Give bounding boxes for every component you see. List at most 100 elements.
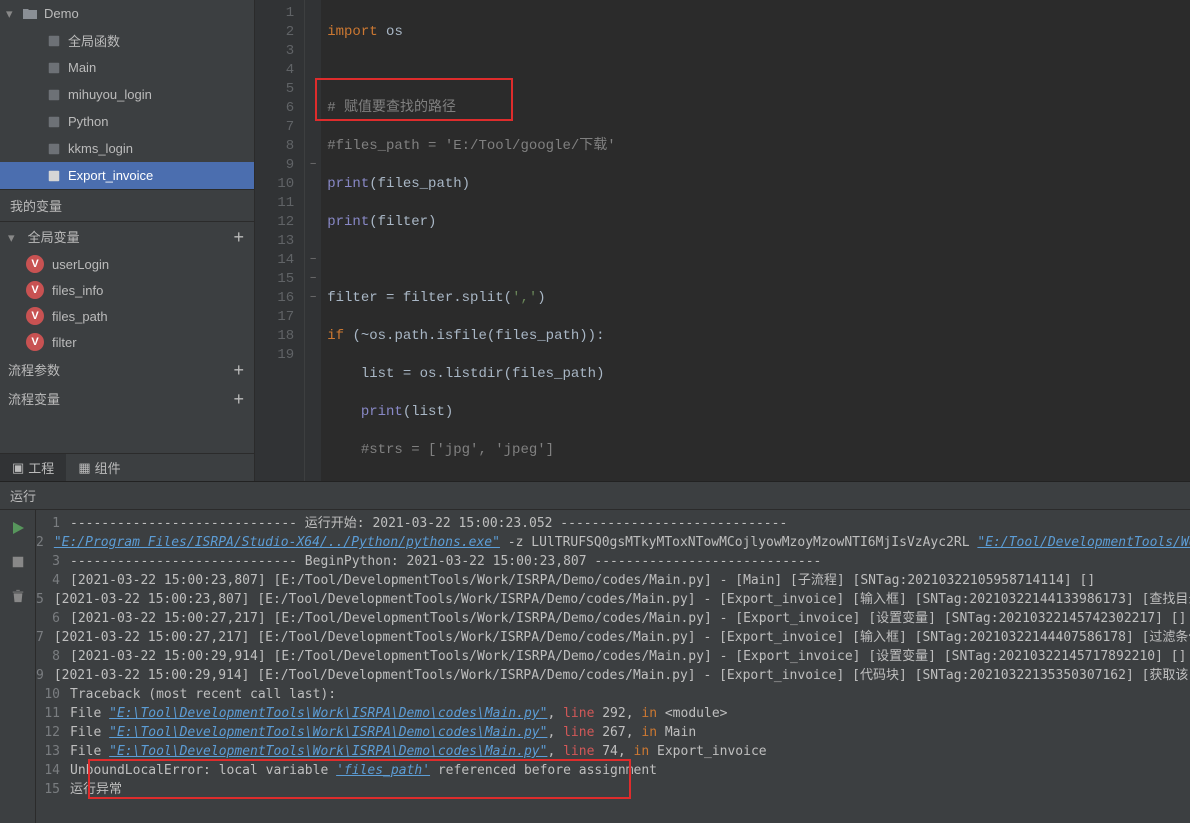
code-token: (filter): [369, 214, 436, 230]
console-line-number: 1: [36, 514, 70, 533]
tree-item-mihuyou[interactable]: mihuyou_login: [0, 81, 254, 108]
tree-item-label: mihuyou_login: [68, 87, 152, 102]
var-item-filespath[interactable]: V files_path: [0, 303, 254, 329]
component-icon: ▦: [78, 460, 90, 476]
console-row: 8[2021-03-22 15:00:29,914] [E:/Tool/Deve…: [36, 647, 1190, 666]
code-token: import: [327, 24, 377, 40]
var-item-userlogin[interactable]: V userLogin: [0, 251, 254, 277]
run-panel: 运行 1----------------------------- 运行开始: …: [0, 481, 1190, 823]
console-line-number: 2: [36, 533, 54, 552]
console-row: 12 File "E:\Tool\DevelopmentTools\Work\I…: [36, 723, 1190, 742]
console-text: UnboundLocalError: local variable 'files…: [70, 761, 1190, 780]
console-row: 10Traceback (most recent call last):: [36, 685, 1190, 704]
tab-component[interactable]: ▦ 组件: [66, 454, 132, 481]
console-row: 1----------------------------- 运行开始: 202…: [36, 514, 1190, 533]
tab-label: 组件: [95, 458, 121, 477]
tree-root-label: Demo: [44, 6, 79, 21]
code-token: filter = filter.split(: [327, 290, 512, 306]
code-token: list = os.listdir(files_path): [327, 366, 604, 382]
var-label: files_path: [52, 309, 108, 324]
code-token: [327, 404, 361, 420]
console-output[interactable]: 1----------------------------- 运行开始: 202…: [36, 510, 1190, 823]
run-trash-button[interactable]: [8, 586, 28, 606]
code-token: #strs = ['jpg', 'jpeg']: [361, 442, 554, 458]
code-token: print: [361, 404, 403, 420]
code-token: print: [327, 214, 369, 230]
tab-project[interactable]: ▣ 工程: [0, 454, 66, 481]
file-icon: [46, 114, 62, 130]
console-line-number: 7: [36, 628, 54, 647]
add-flow-var-button[interactable]: +: [233, 391, 244, 407]
tree-item-kkms[interactable]: kkms_login: [0, 135, 254, 162]
console-line-number: 15: [36, 780, 70, 799]
console-text: File "E:\Tool\DevelopmentTools\Work\ISRP…: [70, 742, 1190, 761]
run-play-button[interactable]: [8, 518, 28, 538]
chevron-down-icon: ▾: [8, 230, 20, 246]
sidebar-tabs: ▣ 工程 ▦ 组件: [0, 453, 254, 481]
var-label: filter: [52, 335, 77, 350]
tree-item-python[interactable]: Python: [0, 108, 254, 135]
code-token: ): [537, 290, 545, 306]
var-badge-icon: V: [26, 307, 44, 325]
run-stop-button[interactable]: [8, 552, 28, 572]
console-text: 运行异常: [70, 780, 1190, 799]
console-row: 5[2021-03-22 15:00:23,807] [E:/Tool/Deve…: [36, 590, 1190, 609]
tree-item-label: kkms_login: [68, 141, 133, 156]
add-global-var-button[interactable]: +: [233, 229, 244, 245]
var-label: userLogin: [52, 257, 109, 272]
console-row: 15运行异常: [36, 780, 1190, 799]
chevron-down-icon: ▾: [6, 6, 18, 22]
flow-vars-header[interactable]: 流程变量 +: [0, 384, 254, 413]
code-token: #files_path = 'E:/Tool/google/下载': [327, 138, 615, 154]
global-vars-header[interactable]: ▾ 全局变量 +: [0, 222, 254, 251]
code-token: (~os.path.isfile(files_path)):: [352, 328, 604, 344]
var-item-filesinfo[interactable]: V files_info: [0, 277, 254, 303]
console-text: File "E:\Tool\DevelopmentTools\Work\ISRP…: [70, 723, 1190, 742]
run-toolbar: [0, 510, 36, 823]
code-content[interactable]: import os # 赋值要查找的路径 #files_path = 'E:/T…: [321, 0, 1190, 481]
flow-params-label: 流程参数: [8, 360, 60, 379]
file-icon: [46, 87, 62, 103]
fold-gutter: − − − −: [305, 0, 321, 481]
console-row: 11 File "E:\Tool\DevelopmentTools\Work\I…: [36, 704, 1190, 723]
code-editor[interactable]: 1 2 3 4 5 6 7 8 9 10 11 12 13 14 15 16 1…: [255, 0, 1190, 481]
console-text: Traceback (most recent call last):: [70, 685, 1190, 704]
myvars-header: 我的变量: [0, 189, 254, 222]
code-token: (list): [403, 404, 453, 420]
console-text: [2021-03-22 15:00:23,807] [E:/Tool/Devel…: [70, 571, 1190, 590]
line-gutter: 1 2 3 4 5 6 7 8 9 10 11 12 13 14 15 16 1…: [255, 0, 305, 481]
code-token: if: [327, 328, 352, 344]
console-text: [2021-03-22 15:00:27,217] [E:/Tool/Devel…: [54, 628, 1190, 647]
file-icon: [46, 168, 62, 184]
console-line-number: 4: [36, 571, 70, 590]
console-row: 4[2021-03-22 15:00:23,807] [E:/Tool/Deve…: [36, 571, 1190, 590]
tree-item-main[interactable]: Main: [0, 54, 254, 81]
code-token: # 赋值要查找的路径: [327, 100, 456, 116]
var-badge-icon: V: [26, 255, 44, 273]
console-text: ----------------------------- 运行开始: 2021…: [70, 514, 1190, 533]
console-text: File "E:\Tool\DevelopmentTools\Work\ISRP…: [70, 704, 1190, 723]
console-text: [2021-03-22 15:00:29,914] [E:/Tool/Devel…: [70, 647, 1190, 666]
tree-root-demo[interactable]: ▾ Demo: [0, 0, 254, 27]
tree-item-label: 全局函数: [68, 31, 120, 50]
console-text: ----------------------------- BeginPytho…: [70, 552, 1190, 571]
console-line-number: 6: [36, 609, 70, 628]
tree-item-label: Export_invoice: [68, 168, 153, 183]
tree-item-export-invoice[interactable]: Export_invoice: [0, 162, 254, 189]
console-row: 14UnboundLocalError: local variable 'fil…: [36, 761, 1190, 780]
console-row: 13 File "E:\Tool\DevelopmentTools\Work\I…: [36, 742, 1190, 761]
global-vars-label: 全局变量: [28, 230, 80, 245]
console-line-number: 9: [36, 666, 54, 685]
console-text: [2021-03-22 15:00:29,914] [E:/Tool/Devel…: [54, 666, 1190, 685]
sidebar: ▾ Demo 全局函数 Main mihuyou_login Python: [0, 0, 255, 481]
add-flow-param-button[interactable]: +: [233, 362, 244, 378]
project-tree: ▾ Demo 全局函数 Main mihuyou_login Python: [0, 0, 254, 189]
flow-params-header[interactable]: 流程参数 +: [0, 355, 254, 384]
console-line-number: 10: [36, 685, 70, 704]
tree-item-global-func[interactable]: 全局函数: [0, 27, 254, 54]
console-row: 2"E:/Program Files/ISRPA/Studio-X64/../P…: [36, 533, 1190, 552]
code-token: os: [378, 24, 403, 40]
console-line-number: 8: [36, 647, 70, 666]
var-item-filter[interactable]: V filter: [0, 329, 254, 355]
tab-label: 工程: [28, 458, 54, 477]
